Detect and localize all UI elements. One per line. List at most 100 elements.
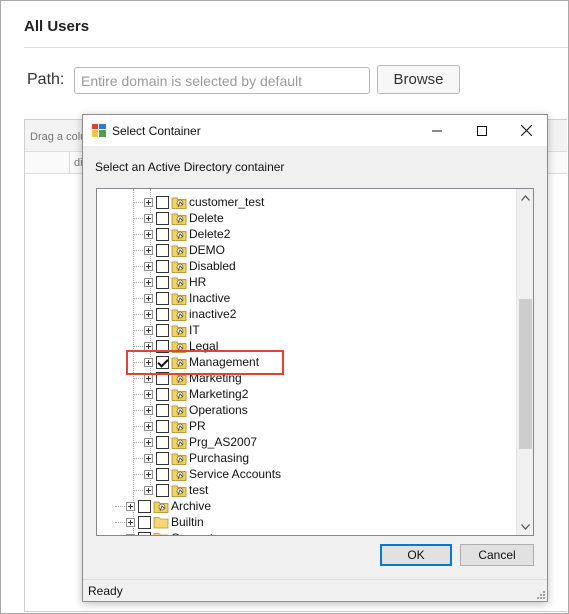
tree-node-label[interactable]: inactive2: [189, 307, 236, 321]
tree-connector: [133, 250, 143, 251]
tree-node-label[interactable]: PR: [189, 419, 206, 433]
tree-node[interactable]: Service Accounts: [97, 466, 517, 482]
tree-node[interactable]: Computers: [97, 530, 517, 535]
expand-toggle-icon[interactable]: [126, 502, 135, 511]
tree-node[interactable]: Delete: [97, 210, 517, 226]
expand-toggle-icon[interactable]: [144, 390, 153, 399]
tree-node[interactable]: Purchasing: [97, 450, 517, 466]
tree-node-checkbox[interactable]: [156, 436, 169, 449]
tree-node-label[interactable]: Service Accounts: [189, 467, 281, 481]
tree-node-checkbox[interactable]: [156, 276, 169, 289]
tree-node[interactable]: inactive2: [97, 306, 517, 322]
expand-toggle-icon[interactable]: [144, 486, 153, 495]
expand-toggle-icon[interactable]: [144, 310, 153, 319]
ou-folder-icon: [171, 485, 187, 497]
tree-node-label[interactable]: Disabled: [189, 259, 236, 273]
path-input[interactable]: [74, 67, 370, 94]
tree-node[interactable]: Inactive: [97, 290, 517, 306]
expand-toggle-icon[interactable]: [144, 470, 153, 479]
tree-node-checkbox[interactable]: [138, 532, 151, 535]
tree-node-checkbox[interactable]: [156, 484, 169, 497]
tree-node-checkbox[interactable]: [156, 260, 169, 273]
tree-node-checkbox[interactable]: [156, 228, 169, 241]
scroll-thumb[interactable]: [519, 299, 532, 449]
tree-node-label[interactable]: customer_test: [189, 195, 264, 209]
cancel-button[interactable]: Cancel: [460, 544, 534, 566]
tree-node-checkbox[interactable]: [156, 308, 169, 321]
tree-node-checkbox[interactable]: [156, 212, 169, 225]
tree-connector: [133, 378, 143, 379]
tree-node-checkbox[interactable]: [156, 324, 169, 337]
tree-node[interactable]: IT: [97, 322, 517, 338]
browse-button[interactable]: Browse: [377, 65, 460, 94]
maximize-icon: [476, 125, 487, 136]
tree-node-checkbox[interactable]: [138, 516, 151, 529]
scroll-down-button[interactable]: [517, 518, 533, 535]
expand-toggle-icon[interactable]: [144, 422, 153, 431]
ou-folder-icon: [171, 261, 187, 273]
tree-node-label[interactable]: Builtin: [171, 515, 204, 529]
tree-node[interactable]: Builtin: [97, 514, 517, 530]
tree-node-label[interactable]: Archive: [171, 499, 211, 513]
tree-node-label[interactable]: Inactive: [189, 291, 230, 305]
tree-node[interactable]: Prg_AS2007: [97, 434, 517, 450]
ok-button[interactable]: OK: [380, 544, 452, 566]
expand-toggle-icon[interactable]: [126, 518, 135, 527]
expand-toggle-icon[interactable]: [144, 294, 153, 303]
expand-toggle-icon[interactable]: [144, 278, 153, 287]
tree-node[interactable]: customer_test: [97, 194, 517, 210]
tree-node-label[interactable]: DEMO: [189, 243, 225, 257]
tree-node-label[interactable]: test: [189, 483, 208, 497]
tree-node-checkbox[interactable]: [156, 196, 169, 209]
tree-node[interactable]: DEMO: [97, 242, 517, 258]
tree-node-label[interactable]: Operations: [189, 403, 248, 417]
expand-toggle-icon[interactable]: [144, 246, 153, 255]
expand-toggle-icon[interactable]: [144, 454, 153, 463]
tree-node[interactable]: test: [97, 482, 517, 498]
tree-node-label[interactable]: Purchasing: [189, 451, 249, 465]
resize-grip-icon[interactable]: [535, 589, 545, 599]
expand-toggle-icon[interactable]: [126, 534, 135, 535]
expand-toggle-icon[interactable]: [144, 230, 153, 239]
tree-node[interactable]: Disabled: [97, 258, 517, 274]
tree-node-checkbox[interactable]: [156, 452, 169, 465]
tree-node-label[interactable]: IT: [189, 323, 200, 337]
expand-toggle-icon[interactable]: [144, 198, 153, 207]
expand-toggle-icon[interactable]: [144, 374, 153, 383]
ou-folder-icon: [171, 197, 187, 209]
expand-toggle-icon[interactable]: [144, 438, 153, 447]
tree-node-checkbox[interactable]: [138, 500, 151, 513]
ou-folder-icon: [171, 293, 187, 305]
expand-toggle-icon[interactable]: [144, 262, 153, 271]
tree-node[interactable]: Archive: [97, 498, 517, 514]
title-divider: [24, 47, 568, 48]
expand-toggle-icon[interactable]: [144, 406, 153, 415]
tree-node[interactable]: Marketing2: [97, 386, 517, 402]
tree-node-checkbox[interactable]: [156, 244, 169, 257]
close-button[interactable]: [504, 115, 549, 146]
expand-toggle-icon[interactable]: [144, 214, 153, 223]
dialog-title: Select Container: [112, 124, 201, 138]
tree-scrollbar[interactable]: [516, 189, 533, 535]
tree-node[interactable]: HR: [97, 274, 517, 290]
expand-toggle-icon[interactable]: [144, 326, 153, 335]
tree-node-label[interactable]: Marketing2: [189, 387, 248, 401]
tree-node-checkbox[interactable]: [156, 420, 169, 433]
tree-node[interactable]: Operations: [97, 402, 517, 418]
minimize-button[interactable]: [414, 115, 459, 146]
tree-node-checkbox[interactable]: [156, 388, 169, 401]
tree-node-checkbox[interactable]: [156, 468, 169, 481]
ou-folder-icon: [171, 469, 187, 481]
tree-node-label[interactable]: Delete: [189, 211, 224, 225]
maximize-button[interactable]: [459, 115, 504, 146]
scroll-up-button[interactable]: [517, 189, 533, 206]
tree-node-label[interactable]: HR: [189, 275, 206, 289]
tree-connector: [133, 266, 143, 267]
tree-node[interactable]: PR: [97, 418, 517, 434]
tree-node-checkbox[interactable]: [156, 292, 169, 305]
tree-node-label[interactable]: Prg_AS2007: [189, 435, 257, 449]
tree-node-checkbox[interactable]: [156, 404, 169, 417]
tree-node[interactable]: Delete2: [97, 226, 517, 242]
tree-node-label[interactable]: Delete2: [189, 227, 230, 241]
tree-node-label[interactable]: Computers: [171, 531, 230, 535]
